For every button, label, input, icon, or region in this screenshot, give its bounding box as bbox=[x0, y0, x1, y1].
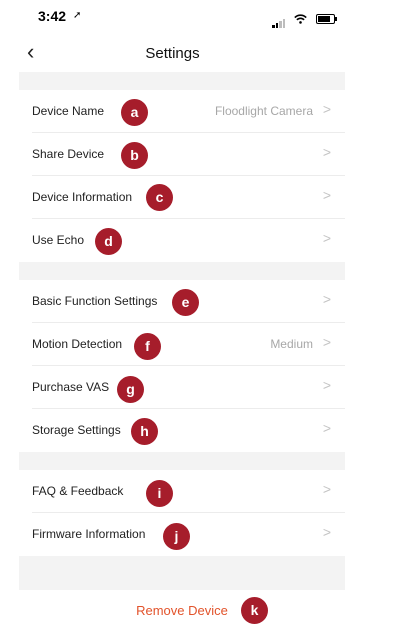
share-device-row[interactable]: Share Device > bbox=[19, 133, 345, 176]
page-title: Settings bbox=[145, 45, 200, 62]
location-arrow-icon: ➚ bbox=[73, 10, 82, 21]
row-label: Device Information bbox=[32, 190, 133, 204]
chevron-right-icon: > bbox=[322, 377, 331, 393]
row-label: Use Echo bbox=[32, 233, 85, 247]
section-gap bbox=[19, 556, 345, 590]
chevron-right-icon: > bbox=[322, 291, 331, 307]
nav-bar: ‹ Settings bbox=[0, 34, 345, 72]
callout-badge-f: f bbox=[134, 333, 161, 360]
use-echo-row[interactable]: Use Echo > bbox=[19, 219, 345, 262]
row-value: Medium bbox=[270, 337, 313, 351]
callout-badge-i: i bbox=[146, 480, 173, 507]
cellular-signal-icon bbox=[272, 10, 286, 28]
device-name-row[interactable]: Device Name Floodlight Camera > bbox=[19, 90, 345, 133]
purchase-vas-row[interactable]: Purchase VAS > bbox=[19, 366, 345, 409]
chevron-right-icon: > bbox=[322, 334, 331, 350]
chevron-right-icon: > bbox=[322, 481, 331, 497]
row-label: Purchase VAS bbox=[32, 380, 110, 394]
section-gap bbox=[19, 262, 345, 280]
remove-device-button[interactable]: Remove Device bbox=[19, 590, 345, 631]
callout-badge-c: c bbox=[146, 184, 173, 211]
callout-badge-h: h bbox=[131, 418, 158, 445]
device-information-row[interactable]: Device Information > bbox=[19, 176, 345, 219]
row-label: Basic Function Settings bbox=[32, 294, 158, 308]
row-value: Floodlight Camera bbox=[214, 104, 313, 118]
callout-badge-d: d bbox=[95, 228, 122, 255]
row-label: Motion Detection bbox=[32, 337, 123, 351]
callout-badge-g: g bbox=[117, 376, 144, 403]
remove-device-label: Remove Device bbox=[136, 603, 228, 618]
faq-feedback-row[interactable]: FAQ & Feedback > bbox=[19, 470, 345, 513]
chevron-right-icon: > bbox=[322, 420, 331, 436]
section-gap bbox=[19, 452, 345, 470]
chevron-right-icon: > bbox=[322, 187, 331, 203]
row-label: Firmware Information bbox=[32, 527, 146, 541]
row-label: Share Device bbox=[32, 147, 105, 161]
wifi-icon bbox=[294, 14, 308, 24]
row-label: Storage Settings bbox=[32, 423, 121, 437]
callout-badge-b: b bbox=[121, 142, 148, 169]
section-gap bbox=[19, 72, 345, 90]
row-label: FAQ & Feedback bbox=[32, 484, 124, 498]
motion-detection-row[interactable]: Motion Detection Medium > bbox=[19, 323, 345, 366]
status-bar: 3:42 ➚ bbox=[0, 0, 345, 32]
chevron-right-icon: > bbox=[322, 144, 331, 160]
chevron-right-icon: > bbox=[322, 101, 331, 117]
storage-settings-row[interactable]: Storage Settings > bbox=[19, 409, 345, 452]
chevron-right-icon: > bbox=[322, 524, 331, 540]
callout-badge-a: a bbox=[121, 99, 148, 126]
status-time: 3:42 bbox=[38, 8, 67, 24]
chevron-right-icon: > bbox=[322, 230, 331, 246]
battery-icon bbox=[315, 13, 337, 24]
callout-badge-e: e bbox=[172, 289, 199, 316]
callout-badge-k: k bbox=[241, 597, 268, 624]
callout-badge-j: j bbox=[163, 523, 190, 550]
row-label: Device Name bbox=[32, 104, 105, 118]
